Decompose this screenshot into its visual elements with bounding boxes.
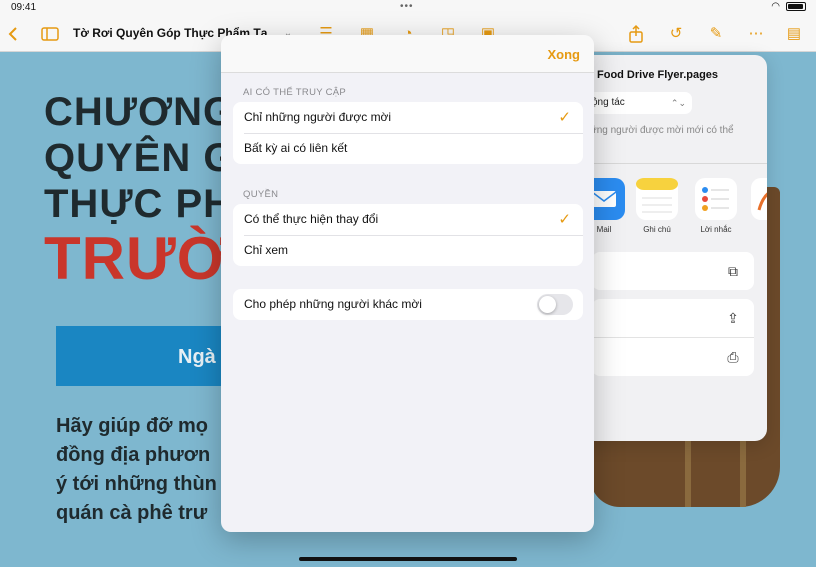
back-icon[interactable] xyxy=(4,24,24,44)
share-options-sheet: Xong AI CÓ THỂ TRUY CẬP Chỉ những người … xyxy=(221,35,594,532)
access-option-link[interactable]: Bất kỳ ai có liên kết xyxy=(233,133,583,164)
share-action-print[interactable]: ⎙ xyxy=(592,338,754,376)
format-brush-icon[interactable]: ✎ xyxy=(706,24,726,44)
status-time: 09:41 xyxy=(11,2,37,13)
section-header-access: AI CÓ THỂ TRUY CẬP xyxy=(243,87,347,98)
status-right: ◠ xyxy=(771,1,806,12)
headline-line-1: CHƯƠNG xyxy=(44,90,236,134)
sheet-header: Xong xyxy=(221,35,594,73)
checkmark-icon: ✓ xyxy=(558,211,571,228)
body-line: quán cà phê trư xyxy=(56,502,208,524)
toggle-knob xyxy=(539,296,556,313)
option-label: Chỉ xem xyxy=(244,243,289,257)
section-header-permission: QUYỀN xyxy=(243,189,279,200)
status-bar: 09:41 ••• ◠ xyxy=(0,0,816,16)
allow-invite-row: Cho phép những người khác mời xyxy=(233,289,583,320)
allow-invite-label: Cho phép những người khác mời xyxy=(244,297,422,311)
date-banner: Ngà xyxy=(56,326,246,386)
share-app-label: Lời nhắc xyxy=(700,225,732,234)
body-line: đồng địa phươn xyxy=(56,444,211,466)
reminders-icon xyxy=(695,178,737,220)
body-line: Hãy giúp đỡ mọ xyxy=(56,415,209,437)
share-app-reminders[interactable]: Lời nhắc xyxy=(694,178,738,234)
copy-icon: ⧉ xyxy=(728,263,738,279)
multitasking-dots[interactable]: ••• xyxy=(400,1,414,12)
headline-red: TRƯỜ xyxy=(44,225,229,292)
permission-option-edit[interactable]: Có thể thực hiện thay đổi ✓ xyxy=(233,204,583,235)
notes-icon xyxy=(636,178,678,220)
done-button[interactable]: Xong xyxy=(548,47,581,62)
share-action-export[interactable]: ⇪ xyxy=(592,299,754,337)
headline-line-3: THỰC PH xyxy=(44,182,234,226)
undo-icon[interactable]: ↺ xyxy=(666,24,686,44)
checkmark-icon: ✓ xyxy=(558,109,571,126)
share-action-copy[interactable]: ⧉ xyxy=(592,252,754,290)
date-text: Ngà xyxy=(178,346,216,368)
more-icon[interactable]: ⋯ xyxy=(746,24,766,44)
share-app-notes[interactable]: Ghi chú xyxy=(635,178,679,234)
permission-option-view[interactable]: Chỉ xem xyxy=(233,235,583,266)
option-label: Bất kỳ ai có liên kết xyxy=(244,141,348,155)
body-paragraph: Hãy giúp đỡ mọ đồng địa phươn ý tới nhữn… xyxy=(56,412,217,528)
allow-invite-toggle[interactable] xyxy=(537,294,573,315)
share-app-label: Fr xyxy=(750,225,767,234)
access-option-invited[interactable]: Chỉ những người được mời ✓ xyxy=(233,102,583,133)
invite-group: Cho phép những người khác mời xyxy=(233,289,583,320)
headline-line-2: QUYÊN G xyxy=(44,136,236,180)
collaboration-select[interactable]: ộng tác ⌃⌄ xyxy=(580,92,692,114)
share-description: ững người được mời mới có thể xyxy=(590,125,734,136)
chevron-updown-icon: ⌃⌄ xyxy=(670,98,686,108)
share-app-label: Ghi chú xyxy=(643,225,671,234)
print-icon: ⎙ xyxy=(727,349,739,365)
share-file-name: Food Drive Flyer.pages xyxy=(597,69,719,81)
battery-icon xyxy=(786,2,806,11)
export-icon: ⇪ xyxy=(727,310,739,326)
sidebar-toggle-icon[interactable] xyxy=(40,24,60,44)
share-icon[interactable] xyxy=(626,24,646,44)
body-line: ý tới những thùn xyxy=(56,473,217,495)
option-label: Chỉ những người được mời xyxy=(244,110,392,124)
wifi-icon: ◠ xyxy=(771,1,780,12)
collaboration-value: ộng tác xyxy=(592,97,625,108)
permission-group: Có thể thực hiện thay đổi ✓ Chỉ xem xyxy=(233,204,583,266)
option-label: Có thể thực hiện thay đổi xyxy=(244,212,379,226)
document-setup-icon[interactable]: ▤ xyxy=(784,24,804,44)
access-group: Chỉ những người được mời ✓ Bất kỳ ai có … xyxy=(233,102,583,164)
home-indicator[interactable] xyxy=(299,557,517,561)
freeform-icon xyxy=(751,178,767,220)
share-app-freeform[interactable]: Fr xyxy=(750,178,767,234)
